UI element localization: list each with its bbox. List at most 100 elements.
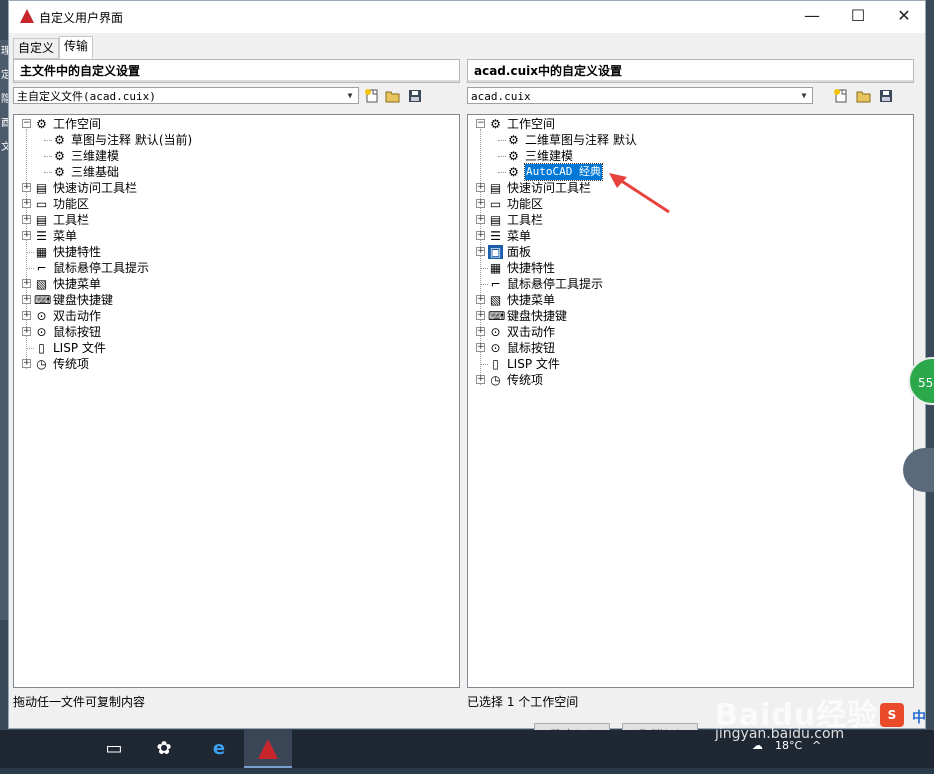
- tab-transfer[interactable]: 传输: [59, 36, 94, 59]
- expand-icon[interactable]: +: [22, 183, 31, 192]
- close-button[interactable]: ✕: [881, 1, 927, 33]
- tree-item[interactable]: + ▭ 功能区: [468, 196, 908, 212]
- tab-customize[interactable]: 自定义: [13, 38, 60, 59]
- clock-icon: ◷: [36, 357, 47, 371]
- gear-icon: ⚙: [508, 165, 519, 179]
- minimize-button[interactable]: —: [789, 1, 835, 33]
- tree-item[interactable]: ▯ LISP 文件: [468, 356, 908, 372]
- keyboard-icon: ⌨: [488, 309, 506, 323]
- sogou-ime-icon[interactable]: S: [880, 703, 904, 727]
- expand-icon[interactable]: +: [476, 247, 485, 256]
- tree-item[interactable]: − ⚙ 工作空间: [14, 116, 454, 132]
- tree-item[interactable]: + ⊙ 鼠标按钮: [14, 324, 454, 340]
- tree-item-label: 鼠标按钮: [53, 325, 102, 339]
- tree-item[interactable]: + ☰ 菜单: [14, 228, 454, 244]
- tree-item[interactable]: ⚙ 三维基础: [14, 164, 454, 180]
- ime-mode[interactable]: 中: [912, 707, 926, 727]
- tree-connector: [498, 140, 506, 141]
- customization-file-select[interactable]: acad.cuix ▼: [467, 87, 813, 104]
- tooltip-icon: ⌐: [36, 261, 47, 275]
- chevron-down-icon[interactable]: ▼: [798, 89, 810, 102]
- tree-item-label: AutoCAD 经典: [524, 163, 603, 181]
- acad-file-pane: acad.cuix中的自定义设置 acad.cuix ▼ − ⚙ 工作空间 ⚙ 二维草图…: [467, 59, 914, 715]
- new-file-icon[interactable]: [833, 88, 849, 104]
- expand-icon[interactable]: +: [476, 343, 485, 352]
- main-file-tree[interactable]: − ⚙ 工作空间 ⚙ 草图与注释 默认(当前) ⚙ 三维建模 ⚙ 三维基础 + ▤ 快速访问工具栏 + ▭…: [13, 114, 460, 688]
- autocad-taskbar-icon[interactable]: [244, 730, 292, 768]
- tree-item[interactable]: ▯ LISP 文件: [14, 340, 454, 356]
- expand-icon[interactable]: +: [22, 199, 31, 208]
- save-icon[interactable]: [878, 88, 894, 104]
- tree-item[interactable]: ⚙ 草图与注释 默认(当前): [14, 132, 454, 148]
- expand-icon[interactable]: +: [476, 295, 485, 304]
- status-text: 拖动任一文件可复制内容: [13, 695, 146, 709]
- tree-connector: [44, 156, 52, 157]
- tree-item[interactable]: ⚙ AutoCAD 经典: [468, 163, 908, 181]
- tree-item-label: 三维建模: [525, 149, 574, 163]
- tree-item[interactable]: ⚙ 二维草图与注释 默认: [468, 132, 908, 148]
- expand-icon[interactable]: +: [22, 359, 31, 368]
- tree-item[interactable]: ⌐ 鼠标悬停工具提示: [14, 260, 454, 276]
- expand-icon[interactable]: +: [22, 311, 31, 320]
- tree-item[interactable]: + ▣ 面板: [468, 244, 908, 260]
- tree-item[interactable]: ▦ 快捷特性: [468, 260, 908, 276]
- tree-item[interactable]: ▦ 快捷特性: [14, 244, 454, 260]
- tree-item-label: 传统项: [53, 357, 90, 371]
- menu-icon: ☰: [490, 229, 501, 243]
- mouse-icon: ⊙: [36, 309, 47, 323]
- toolbar-icon: ▤: [489, 181, 502, 195]
- tree-item[interactable]: + ▤ 快速访问工具栏: [468, 180, 908, 196]
- open-folder-icon[interactable]: [856, 88, 872, 104]
- tree-item[interactable]: + ☰ 菜单: [468, 228, 908, 244]
- expand-icon[interactable]: +: [476, 183, 485, 192]
- expand-icon[interactable]: +: [476, 215, 485, 224]
- tree-item-label: 鼠标按钮: [507, 341, 556, 355]
- maximize-button[interactable]: ☐: [835, 1, 881, 33]
- tree-item[interactable]: + ◷ 传统项: [468, 372, 908, 388]
- tree-item[interactable]: + ▤ 工具栏: [468, 212, 908, 228]
- mouse-icon: ⊙: [490, 325, 501, 339]
- clock-icon: ◷: [490, 373, 501, 387]
- tree-item[interactable]: + ⊙ 双击动作: [14, 308, 454, 324]
- pinwheel-app-icon[interactable]: ✿: [140, 730, 188, 768]
- expand-icon[interactable]: +: [22, 327, 31, 336]
- tree-item[interactable]: + ⌨ 键盘快捷键: [14, 292, 454, 308]
- mouse-icon: ⊙: [36, 325, 47, 339]
- collapse-icon[interactable]: −: [22, 119, 31, 128]
- tree-item[interactable]: + ⊙ 双击动作: [468, 324, 908, 340]
- expand-icon[interactable]: +: [476, 327, 485, 336]
- acad-file-tree[interactable]: − ⚙ 工作空间 ⚙ 二维草图与注释 默认 ⚙ 三维建模 ⚙ AutoCAD 经典 + ▤ 快速访问工…: [467, 114, 914, 688]
- tree-item[interactable]: + ▤ 工具栏: [14, 212, 454, 228]
- expand-icon[interactable]: +: [22, 231, 31, 240]
- tree-item[interactable]: + ▭ 功能区: [14, 196, 454, 212]
- expand-icon[interactable]: +: [22, 215, 31, 224]
- tree-item[interactable]: + ⊙ 鼠标按钮: [468, 340, 908, 356]
- new-file-icon[interactable]: [364, 88, 380, 104]
- tree-item[interactable]: − ⚙ 工作空间: [468, 116, 908, 132]
- save-icon[interactable]: [407, 88, 423, 104]
- expand-icon[interactable]: +: [476, 311, 485, 320]
- customization-file-select[interactable]: 主自定义文件(acad.cuix) ▼: [13, 87, 359, 104]
- expand-icon[interactable]: +: [476, 199, 485, 208]
- tree-item[interactable]: + ▧ 快捷菜单: [468, 292, 908, 308]
- expand-icon[interactable]: +: [22, 295, 31, 304]
- expand-icon[interactable]: +: [476, 231, 485, 240]
- main-file-pane: 主文件中的自定义设置 主自定义文件(acad.cuix) ▼ − ⚙ 工作空间 ⚙ 草图…: [13, 59, 460, 715]
- expand-icon[interactable]: +: [22, 279, 31, 288]
- collapse-icon[interactable]: −: [476, 119, 485, 128]
- tree-item[interactable]: + ◷ 传统项: [14, 356, 454, 372]
- tree-item[interactable]: ⚙ 三维建模: [14, 148, 454, 164]
- title-bar[interactable]: 自定义用户界面 — ☐ ✕: [9, 1, 925, 33]
- expand-icon[interactable]: +: [476, 375, 485, 384]
- edge-browser-icon[interactable]: e: [195, 730, 243, 768]
- open-folder-icon[interactable]: [385, 88, 401, 104]
- tree-item[interactable]: ⌐ 鼠标悬停工具提示: [468, 276, 908, 292]
- tree-item[interactable]: + ▧ 快捷菜单: [14, 276, 454, 292]
- tree-item[interactable]: + ▤ 快速访问工具栏: [14, 180, 454, 196]
- task-view-icon[interactable]: ▭: [90, 730, 138, 768]
- tree-item[interactable]: ⚙ 三维建模: [468, 148, 908, 164]
- tree-item[interactable]: + ⌨ 键盘快捷键: [468, 308, 908, 324]
- tree-item-label: 快速访问工具栏: [53, 181, 138, 195]
- tree-item-label: 传统项: [507, 373, 544, 387]
- chevron-down-icon[interactable]: ▼: [344, 89, 356, 102]
